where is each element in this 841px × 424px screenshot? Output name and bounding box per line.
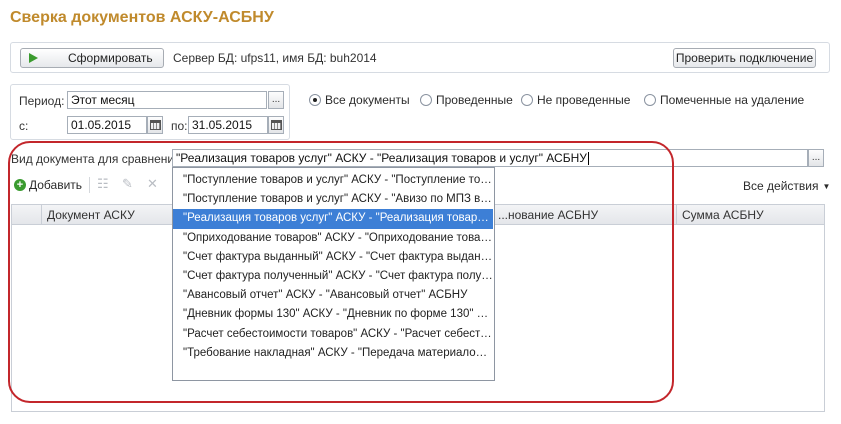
doc-type-label: Вид документа для сравнения:	[11, 152, 184, 166]
radio-not-posted[interactable]: Не проведенные	[521, 93, 630, 107]
period-value: Этот месяц	[71, 93, 135, 107]
dropdown-item[interactable]: "Поступление товаров и услуг" АСКУ - "По…	[173, 171, 493, 190]
radio-deleted[interactable]: Помеченные на удаление	[644, 93, 804, 107]
doc-type-select-button[interactable]: ...	[808, 149, 824, 167]
doc-type-dropdown: "Поступление товаров и услуг" АСКУ - "По…	[172, 167, 495, 381]
dropdown-item[interactable]: "Авансовый отчет" АСКУ - "Авансовый отче…	[173, 286, 493, 305]
copy-icon[interactable]: ☷	[97, 176, 109, 192]
radio-indicator	[644, 94, 656, 106]
toolbar-divider	[89, 177, 90, 193]
radio-deleted-label: Помеченные на удаление	[660, 93, 805, 107]
chevron-down-icon: ▼	[822, 181, 831, 191]
dropdown-item[interactable]: "Счет фактура полученный" АСКУ - "Счет ф…	[173, 267, 493, 286]
radio-indicator	[309, 94, 321, 106]
add-button-label: Добавить	[29, 178, 83, 192]
dropdown-item-selected[interactable]: "Реализация товаров услуг" АСКУ - "Реали…	[173, 209, 493, 229]
radio-posted[interactable]: Проведенные	[420, 93, 513, 107]
all-actions-menu[interactable]: Все действия ▼	[743, 179, 830, 193]
date-to-calendar-button[interactable]	[268, 116, 284, 134]
doc-type-field[interactable]: "Реализация товаров услуг" АСКУ - "Реали…	[172, 149, 808, 167]
radio-posted-label: Проведенные	[436, 93, 513, 107]
play-icon	[29, 53, 38, 63]
period-label: Период:	[19, 94, 65, 108]
column-header[interactable]: ...нование АСБНУ	[492, 205, 682, 225]
page-title: Сверка документов АСКУ-АСБНУ	[10, 9, 274, 26]
add-button[interactable]: + Добавить	[14, 178, 82, 192]
check-connection-label: Проверить подключение	[675, 51, 814, 65]
column-header[interactable]: Документ АСКУ	[41, 205, 171, 225]
check-connection-button[interactable]: Проверить подключение	[673, 48, 816, 68]
doc-type-value: "Реализация товаров услуг" АСКУ - "Реали…	[176, 151, 587, 165]
period-select-button[interactable]: ...	[268, 91, 284, 109]
radio-indicator	[420, 94, 432, 106]
calendar-icon	[149, 120, 161, 130]
radio-all-documents[interactable]: Все документы	[309, 93, 410, 107]
date-from-label: с:	[19, 119, 29, 133]
generate-button-label: Сформировать	[68, 51, 153, 65]
date-to-value: 31.05.2015	[192, 118, 253, 132]
generate-button[interactable]: Сформировать	[20, 48, 164, 68]
edit-icon[interactable]: ✎	[122, 176, 133, 192]
all-actions-label: Все действия	[743, 179, 819, 193]
date-to-label: по:	[171, 119, 188, 133]
plus-icon: +	[14, 179, 26, 191]
dropdown-item[interactable]: "Оприходование товаров" АСКУ - "Оприходо…	[173, 229, 493, 248]
column-header[interactable]: Сумма АСБНУ	[676, 205, 826, 225]
text-cursor	[587, 151, 589, 165]
calendar-icon	[270, 120, 282, 130]
date-from-value: 01.05.2015	[71, 118, 132, 132]
period-field[interactable]: Этот месяц	[67, 91, 267, 109]
dropdown-item[interactable]: "Расчет себестоимости товаров" АСКУ - "Р…	[173, 325, 493, 344]
dropdown-item[interactable]: "Счет фактура выданный" АСКУ - "Счет фак…	[173, 248, 493, 267]
server-info: Сервер БД: ufps11, имя БД: buh2014	[173, 51, 377, 65]
radio-not-posted-label: Не проведенные	[537, 93, 631, 107]
radio-indicator	[521, 94, 533, 106]
dropdown-item[interactable]: "Дневник формы 130" АСКУ - "Дневник по ф…	[173, 305, 493, 324]
delete-icon[interactable]: ✕	[147, 176, 158, 192]
dropdown-item[interactable]: "Поступление товаров и услуг" АСКУ - "Ав…	[173, 190, 493, 209]
date-from-field[interactable]: 01.05.2015	[67, 116, 147, 134]
date-from-calendar-button[interactable]	[147, 116, 163, 134]
date-to-field[interactable]: 31.05.2015	[188, 116, 268, 134]
radio-all-label: Все документы	[325, 93, 410, 107]
dropdown-item[interactable]: "Требование накладная" АСКУ - "Передача …	[173, 344, 493, 363]
